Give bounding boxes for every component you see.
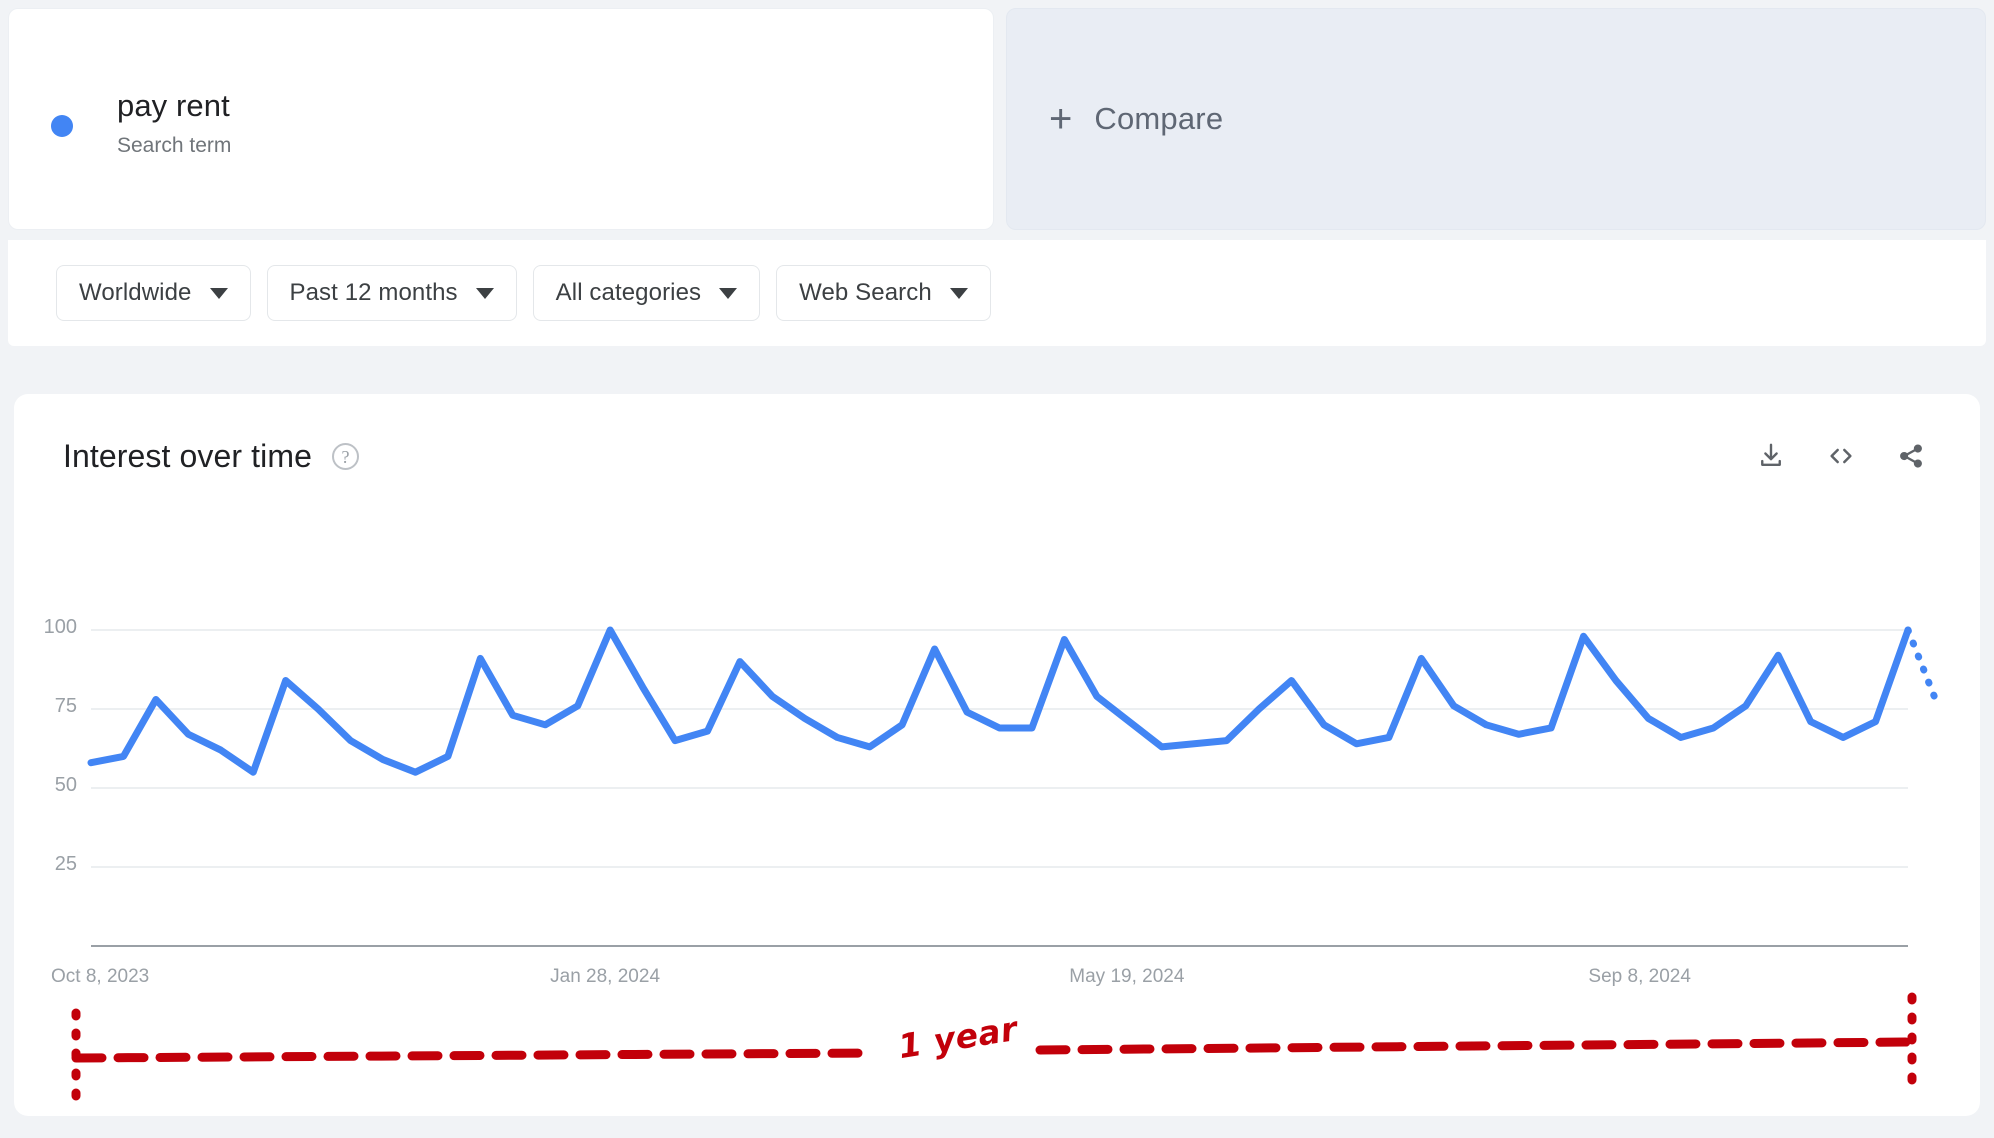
compare-label: Compare [1094,101,1224,136]
y-tick-label: 100 [43,616,77,638]
search-term-content: pay rent Search term [51,87,231,160]
chevron-down-icon [475,287,494,299]
y-tick-label: 75 [54,695,77,717]
search-term-text: pay rent Search term [117,87,231,160]
filter-location-label: Worldwide [79,279,192,306]
filter-timerange-label: Past 12 months [289,279,458,306]
filter-search-type-label: Web Search [799,279,932,306]
x-tick-label: Jan 28, 2024 [550,966,661,987]
search-term-card[interactable]: pay rent Search term [8,8,994,230]
plus-icon: + [1049,97,1073,141]
filter-category[interactable]: All categories [532,265,761,321]
filter-bar: Worldwide Past 12 months All categories … [8,240,1986,346]
google-trends-page: pay rent Search term + Compare Worldwide… [0,0,1994,1138]
chevron-down-icon [949,287,968,299]
filter-search-type[interactable]: Web Search [776,265,991,321]
search-term-subtitle: Search term [117,134,232,157]
filter-location[interactable]: Worldwide [56,265,251,321]
filter-category-label: All categories [555,279,702,306]
trend-line-chart [87,626,1942,947]
trend-line [87,626,1912,776]
search-term-title: pay rent [117,88,230,123]
interest-over-time-card: Interest over time ? 25 50 75 100 Oct 8,… [14,394,1980,1116]
compare-card[interactable]: + Compare [1006,8,1986,230]
x-tick-label: Sep 8, 2024 [1588,966,1691,987]
filter-timerange[interactable]: Past 12 months [266,265,517,321]
series-color-dot [51,115,73,137]
chevron-down-icon [719,287,738,299]
partial-data-line [1904,626,1942,710]
search-term-row: pay rent Search term + Compare [8,8,1986,230]
chevron-down-icon [209,287,228,299]
x-tick-label: Oct 8, 2023 [51,966,150,987]
y-tick-label: 25 [54,853,77,875]
add-compare-button[interactable]: + Compare [1049,99,1223,139]
chart-plot-area: 25 50 75 100 Oct 8, 2023 Jan 28, 2024 May 19,… [14,394,1980,1116]
x-tick-label: May 19, 2024 [1069,966,1185,987]
y-tick-label: 50 [54,774,77,796]
